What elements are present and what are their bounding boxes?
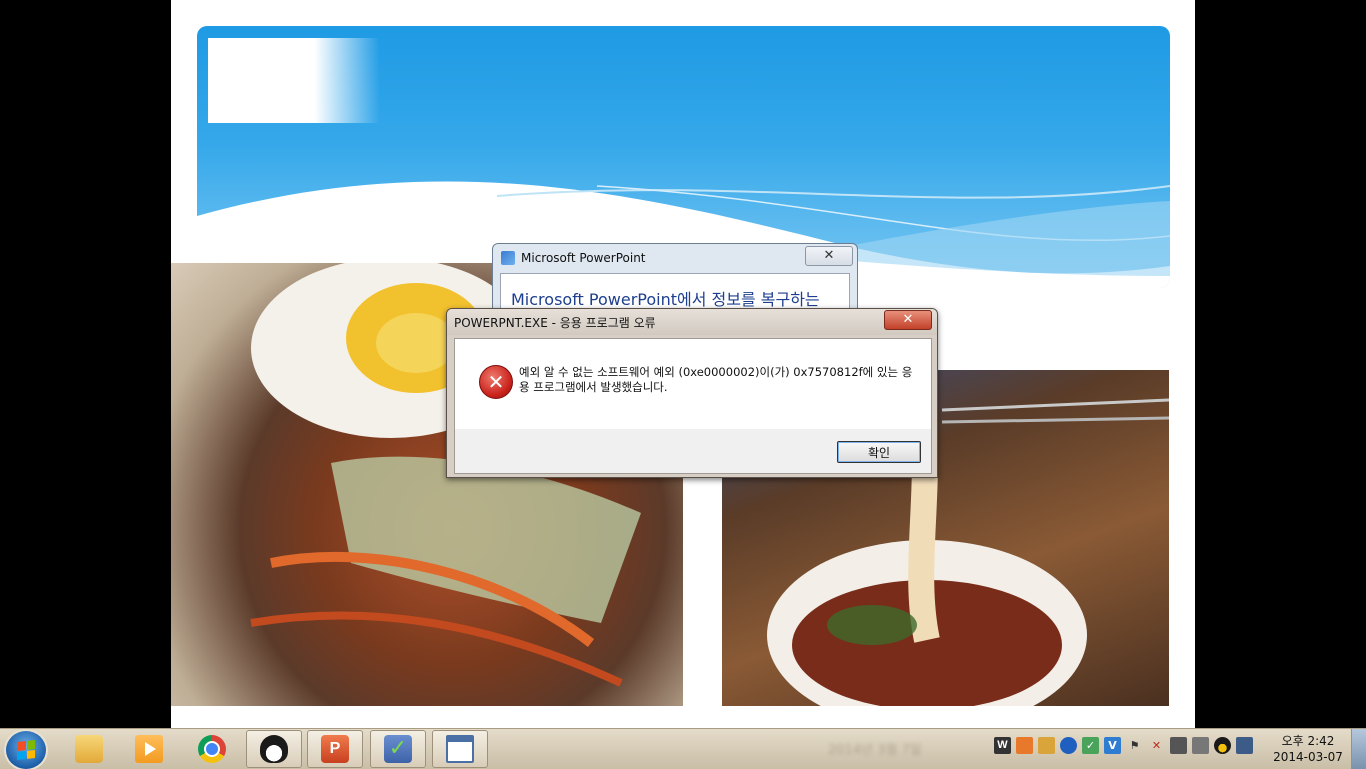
powerpoint-dialog-close-button[interactable]: ✕ [805, 246, 853, 266]
powerpoint-dialog-heading: Microsoft PowerPoint에서 정보를 복구하는 [511, 290, 820, 309]
clock-time: 오후 2:42 [1281, 734, 1335, 748]
blurred-desktop-text: 2014년 3월 7일 [828, 743, 922, 758]
error-dialog-footer: 확인 [455, 429, 931, 473]
error-icon: ✕ [479, 365, 513, 399]
error-dialog-body: ✕ 예외 알 수 없는 소프트웨어 예외 (0xe0000002)이(가) 0x… [454, 338, 932, 474]
taskbar-button-window-app[interactable] [432, 730, 488, 768]
v3-tray-icon[interactable]: V [1104, 737, 1121, 754]
powerpoint-app-icon [501, 251, 515, 265]
taskbar: P ✓ 2014년 3월 7일 W ✓ V ⚑ ✕ 오후 2:42 2014-0… [0, 728, 1366, 769]
taskbar-button-powerpoint[interactable]: P [307, 730, 363, 768]
penguin-tray-icon[interactable] [1214, 737, 1231, 754]
check-tray-icon[interactable]: ✓ [1082, 737, 1099, 754]
chrome-icon [198, 735, 226, 763]
error-dialog-close-button[interactable]: ✕ [884, 310, 932, 330]
ok-button[interactable]: 확인 [837, 441, 921, 463]
network-tray-icon[interactable] [1236, 737, 1253, 754]
powerpoint-recovery-dialog: Microsoft PowerPoint ✕ Microsoft PowerPo… [492, 243, 858, 313]
error-message: 예외 알 수 없는 소프트웨어 예외 (0xe0000002)이(가) 0x75… [519, 365, 913, 394]
taskbar-button-messenger[interactable] [246, 730, 302, 768]
window-icon [446, 735, 474, 763]
system-tray: W ✓ V ⚑ ✕ [994, 737, 1253, 754]
powerpoint-icon: P [321, 735, 349, 763]
orange-app-tray-icon[interactable] [1016, 737, 1033, 754]
media-player-icon [135, 735, 163, 763]
checkmark-icon: ✓ [384, 735, 412, 763]
folder-icon [75, 735, 103, 763]
error-dialog-titlebar[interactable]: POWERPNT.EXE - 응용 프로그램 오류 [447, 309, 937, 335]
usb-tray-icon[interactable] [1192, 737, 1209, 754]
slide-title-placeholder[interactable] [208, 38, 380, 123]
flag-tray-icon[interactable]: ⚑ [1126, 737, 1143, 754]
lock-tray-icon[interactable] [1038, 737, 1055, 754]
w-app-tray-icon[interactable]: W [994, 737, 1011, 754]
show-desktop-button[interactable] [1351, 729, 1366, 769]
bluetooth-tray-icon[interactable] [1060, 737, 1077, 754]
taskbar-button-explorer[interactable] [61, 730, 117, 768]
device-tray-icon[interactable] [1170, 737, 1187, 754]
penguin-icon [260, 735, 288, 763]
taskbar-button-media-player[interactable] [121, 730, 177, 768]
powerpoint-dialog-titlebar[interactable]: Microsoft PowerPoint [493, 244, 857, 272]
powerpoint-dialog-body: Microsoft PowerPoint에서 정보를 복구하는 [500, 273, 850, 312]
taskbar-button-checklist[interactable]: ✓ [370, 730, 426, 768]
taskbar-clock[interactable]: 오후 2:42 2014-03-07 [1268, 733, 1348, 765]
application-error-dialog: POWERPNT.EXE - 응용 프로그램 오류 ✕ ✕ 예외 알 수 없는 … [446, 308, 938, 478]
taskbar-button-chrome[interactable] [184, 730, 240, 768]
clock-date: 2014-03-07 [1273, 750, 1343, 764]
error-dialog-title: POWERPNT.EXE - 응용 프로그램 오류 [454, 315, 656, 330]
volume-muted-tray-icon[interactable]: ✕ [1148, 737, 1165, 754]
windows-logo-icon [17, 740, 35, 760]
start-button[interactable] [6, 731, 46, 769]
powerpoint-dialog-title: Microsoft PowerPoint [521, 251, 646, 265]
